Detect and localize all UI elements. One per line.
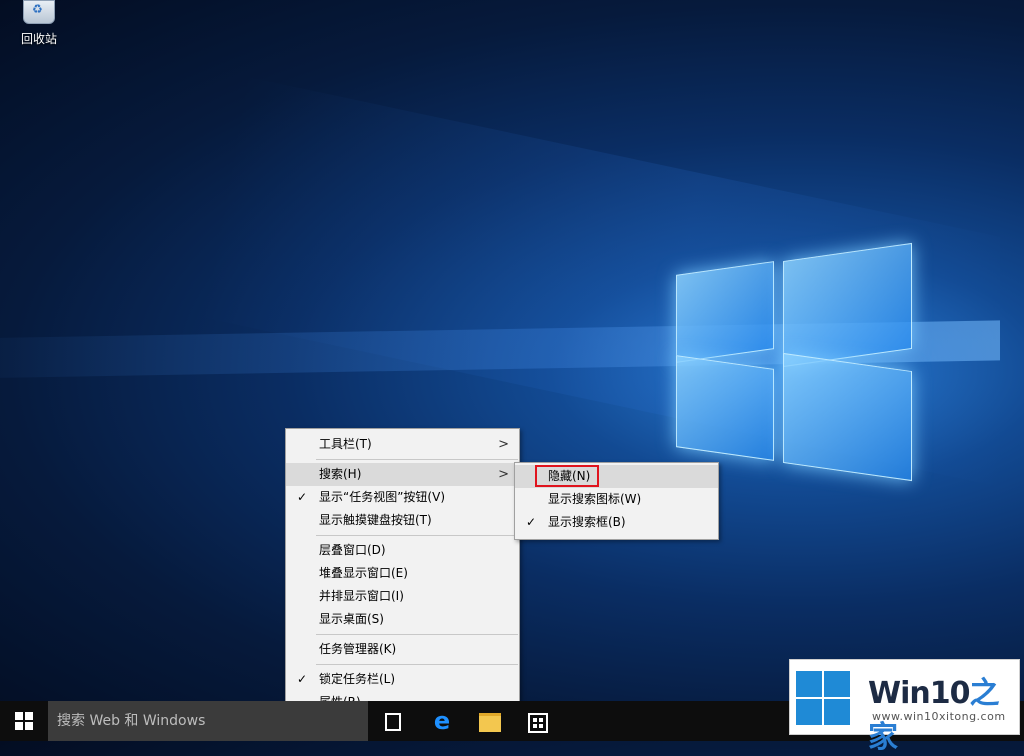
menu-item-show-desktop[interactable]: 显示桌面(S) bbox=[286, 608, 519, 631]
start-button[interactable] bbox=[0, 701, 48, 741]
search-box[interactable]: 搜索 Web 和 Windows bbox=[48, 701, 368, 741]
menu-item-label: 显示触摸键盘按钮(T) bbox=[319, 513, 432, 527]
menu-item-label: 堆叠显示窗口(E) bbox=[319, 566, 408, 580]
menu-item-stack-windows[interactable]: 堆叠显示窗口(E) bbox=[286, 562, 519, 585]
chevron-right-icon: > bbox=[498, 467, 509, 482]
menu-item-label: 搜索(H) bbox=[319, 467, 362, 481]
desktop-icon-recycle-bin[interactable]: 回收站 bbox=[14, 0, 64, 47]
menu-item-task-manager[interactable]: 任务管理器(K) bbox=[286, 638, 519, 661]
menu-item-label: 并排显示窗口(I) bbox=[319, 589, 404, 603]
menu-separator bbox=[316, 535, 518, 536]
task-view-icon[interactable] bbox=[381, 709, 405, 733]
watermark-brand-prefix: Win10 bbox=[868, 676, 970, 711]
wallpaper-logo-pane bbox=[676, 355, 774, 461]
checkmark-icon: ✓ bbox=[526, 515, 537, 529]
recycle-bin-icon bbox=[23, 0, 55, 24]
submenu-item-show-search-box[interactable]: ✓ 显示搜索框(B) bbox=[515, 511, 718, 534]
menu-item-label: 锁定任务栏(L) bbox=[319, 672, 396, 686]
store-icon[interactable] bbox=[526, 709, 550, 733]
menu-item-show-touch-keyboard-button[interactable]: 显示触摸键盘按钮(T) bbox=[286, 509, 519, 532]
menu-item-label: 任务管理器(K) bbox=[319, 642, 397, 656]
watermark-url: www.win10xitong.com bbox=[872, 710, 1006, 723]
submenu-item-show-search-icon[interactable]: 显示搜索图标(W) bbox=[515, 488, 718, 511]
menu-item-side-by-side-windows[interactable]: 并排显示窗口(I) bbox=[286, 585, 519, 608]
chevron-right-icon: > bbox=[498, 437, 509, 452]
annotation-highlight-box bbox=[535, 465, 599, 487]
wallpaper-logo-pane bbox=[676, 261, 774, 363]
menu-separator bbox=[316, 459, 518, 460]
menu-separator bbox=[316, 634, 518, 635]
menu-separator bbox=[316, 664, 518, 665]
windows-logo-icon bbox=[796, 671, 850, 725]
menu-item-label: 显示搜索框(B) bbox=[548, 515, 626, 529]
edge-icon[interactable]: e bbox=[430, 709, 454, 733]
windows-logo-icon bbox=[15, 712, 33, 730]
menu-item-search[interactable]: 搜索(H) > bbox=[286, 463, 519, 486]
checkmark-icon: ✓ bbox=[297, 490, 308, 504]
file-explorer-icon[interactable] bbox=[478, 709, 502, 733]
taskbar-context-menu: 工具栏(T) > 搜索(H) > ✓ 显示“任务视图”按钮(V) 显示触摸键盘按… bbox=[285, 428, 520, 703]
menu-item-cascade-windows[interactable]: 层叠窗口(D) bbox=[286, 539, 519, 562]
menu-item-label: 层叠窗口(D) bbox=[319, 543, 386, 557]
watermark-badge: Win10之家 www.win10xitong.com bbox=[789, 659, 1020, 755]
desktop-icon-label: 回收站 bbox=[20, 32, 57, 46]
wallpaper-logo-pane bbox=[783, 352, 912, 482]
menu-item-label: 显示桌面(S) bbox=[319, 612, 384, 626]
checkmark-icon: ✓ bbox=[297, 672, 308, 686]
menu-item-label: 显示“任务视图”按钮(V) bbox=[319, 490, 446, 504]
menu-item-label: 显示搜索图标(W) bbox=[548, 492, 642, 506]
menu-item-show-task-view-button[interactable]: ✓ 显示“任务视图”按钮(V) bbox=[286, 486, 519, 509]
wallpaper-logo-pane bbox=[783, 242, 912, 368]
menu-item-lock-taskbar[interactable]: ✓ 锁定任务栏(L) bbox=[286, 668, 519, 691]
menu-item-toolbars[interactable]: 工具栏(T) > bbox=[286, 433, 519, 456]
search-placeholder: 搜索 Web 和 Windows bbox=[57, 713, 206, 729]
menu-item-label: 工具栏(T) bbox=[319, 437, 372, 451]
